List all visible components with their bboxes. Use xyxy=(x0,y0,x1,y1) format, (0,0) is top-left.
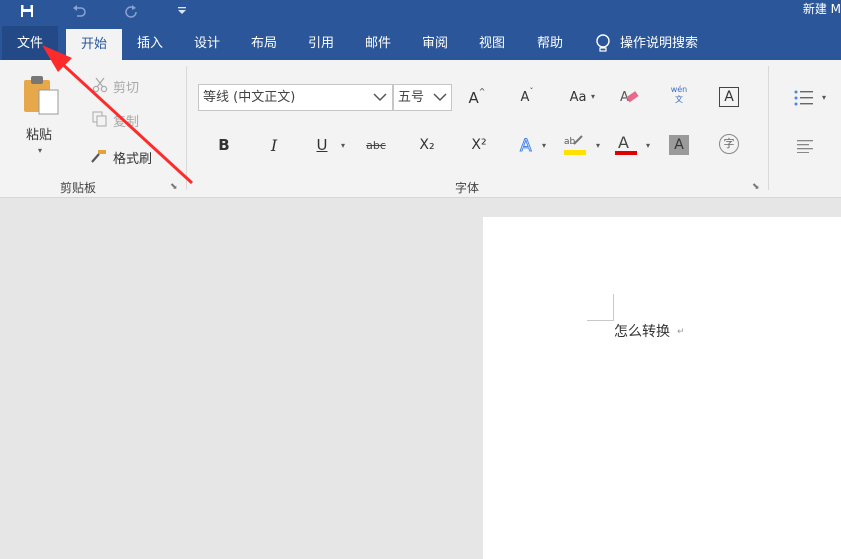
annotation-arrow xyxy=(42,45,194,185)
